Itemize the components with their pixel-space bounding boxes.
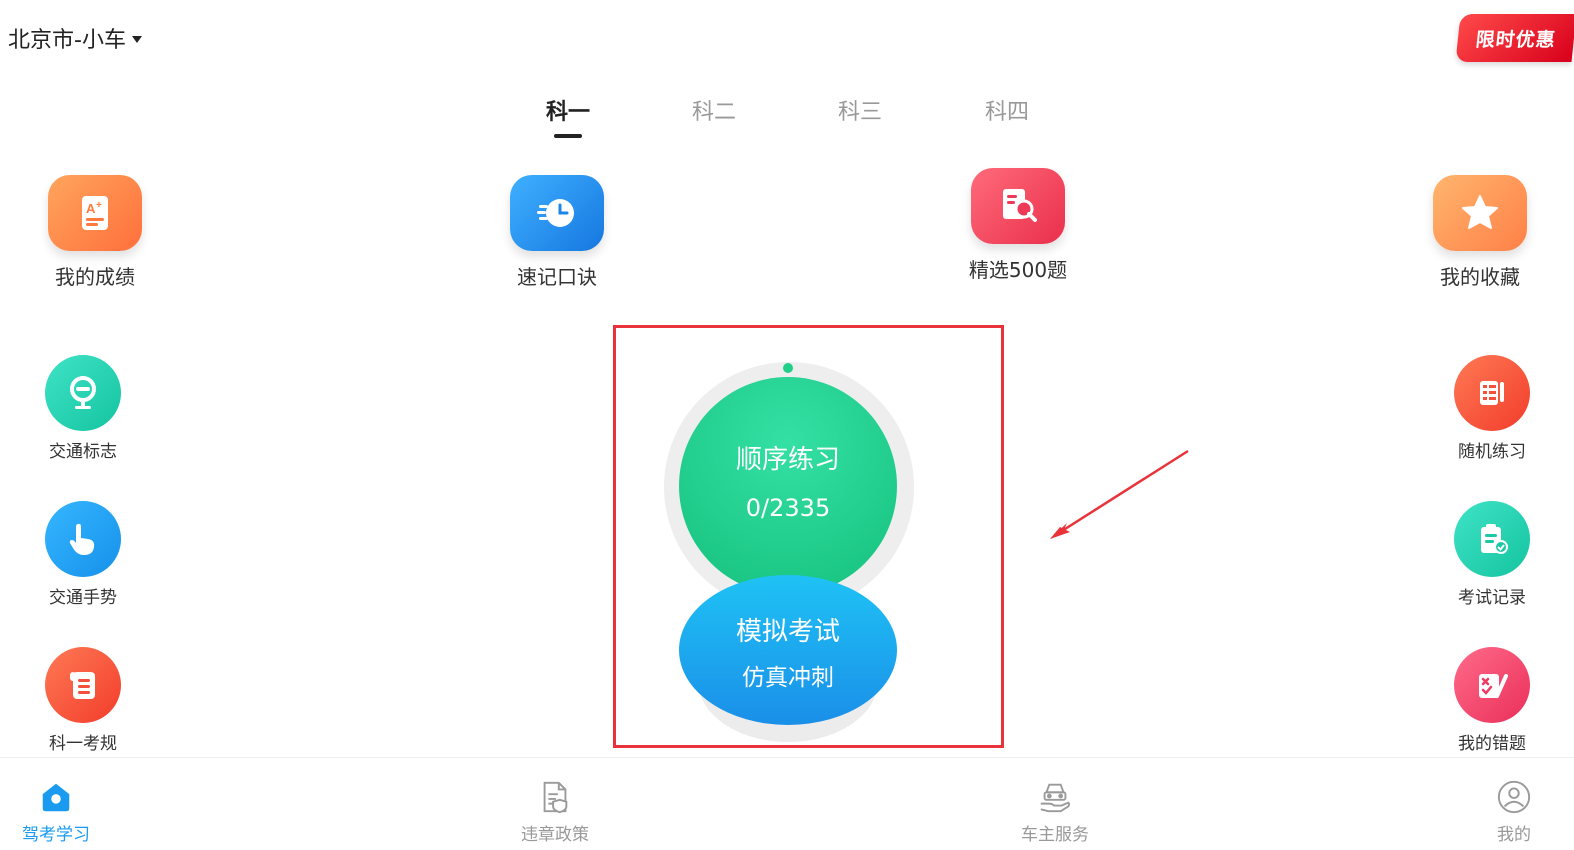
tab-label: 科一 <box>545 100 591 125</box>
promo-label: 限时优惠 <box>1474 28 1557 51</box>
nav-label: 车主服务 <box>1021 825 1089 845</box>
nav-study[interactable]: 驾考学习 <box>0 778 116 845</box>
feature-favorites[interactable]: 我的收藏 <box>1415 175 1545 290</box>
nav-car-service[interactable]: 车主服务 <box>995 778 1115 845</box>
feature-label: 精选500题 <box>968 258 1068 282</box>
profile-icon <box>1495 778 1533 816</box>
caret-down-icon <box>131 35 142 43</box>
tab-label: 科二 <box>691 100 737 125</box>
tab-ke2[interactable]: 科二 <box>692 94 736 126</box>
tool-wrong-answers[interactable]: 我的错题 <box>1437 647 1547 754</box>
annotation-arrow-icon <box>1050 449 1189 539</box>
search-doc-icon <box>971 168 1065 244</box>
tab-ke4[interactable]: 科四 <box>985 94 1029 126</box>
tab-ke3[interactable]: 科三 <box>838 94 882 126</box>
nav-profile[interactable]: 我的 <box>1454 778 1574 845</box>
tool-random-practice[interactable]: 随机练习 <box>1437 355 1547 462</box>
highlight-box <box>613 325 1004 748</box>
subject-tabs: 科一 科二 科三 科四 <box>0 94 1574 144</box>
city-selector[interactable]: 北京市-小车 <box>8 22 142 54</box>
nav-label: 我的 <box>1497 825 1531 845</box>
nav-violation-policy[interactable]: 违章政策 <box>495 778 615 845</box>
feature-mnemonics[interactable]: 速记口诀 <box>492 175 622 290</box>
tool-traffic-gestures[interactable]: 交通手势 <box>28 501 138 608</box>
random-list-icon <box>1454 355 1530 431</box>
tool-label: 交通手势 <box>49 588 117 608</box>
tab-label: 科三 <box>837 100 883 125</box>
feature-my-grades[interactable]: A + 我的成绩 <box>30 175 160 290</box>
city-label: 北京市-小车 <box>8 28 126 53</box>
tool-traffic-signs[interactable]: 交通标志 <box>28 355 138 462</box>
tool-label: 考试记录 <box>1458 588 1526 608</box>
promo-badge[interactable]: 限时优惠 <box>1455 14 1574 62</box>
wrong-answers-icon <box>1454 647 1530 723</box>
nav-label: 驾考学习 <box>22 825 90 845</box>
feature-label: 我的成绩 <box>55 265 135 289</box>
policy-doc-icon <box>536 778 574 816</box>
tool-exam-records[interactable]: 考试记录 <box>1437 501 1547 608</box>
exam-record-icon <box>1454 501 1530 577</box>
tool-label: 随机练习 <box>1458 442 1526 462</box>
car-service-icon <box>1036 778 1074 816</box>
feature-label: 速记口诀 <box>517 265 597 289</box>
svg-text:A: A <box>86 201 96 216</box>
tool-exam-rules[interactable]: 科一考规 <box>28 647 138 754</box>
hand-gesture-icon <box>45 501 121 577</box>
tool-label: 交通标志 <box>49 442 117 462</box>
timer-icon <box>510 175 604 251</box>
feature-selected-500[interactable]: 精选500题 <box>953 168 1083 283</box>
tab-ke1[interactable]: 科一 <box>546 94 590 126</box>
nav-label: 违章政策 <box>521 825 589 845</box>
tab-label: 科四 <box>984 100 1030 125</box>
traffic-sign-icon <box>45 355 121 431</box>
svg-text:+: + <box>96 200 102 211</box>
star-icon <box>1433 175 1527 251</box>
feature-label: 我的收藏 <box>1440 265 1520 289</box>
tool-label: 我的错题 <box>1458 734 1526 754</box>
rules-scroll-icon <box>45 647 121 723</box>
bottom-nav: 驾考学习 违章政策 车主服务 我的 <box>0 757 1574 850</box>
grade-icon: A + <box>48 175 142 251</box>
tool-label: 科一考规 <box>49 734 117 754</box>
home-icon <box>37 778 75 816</box>
